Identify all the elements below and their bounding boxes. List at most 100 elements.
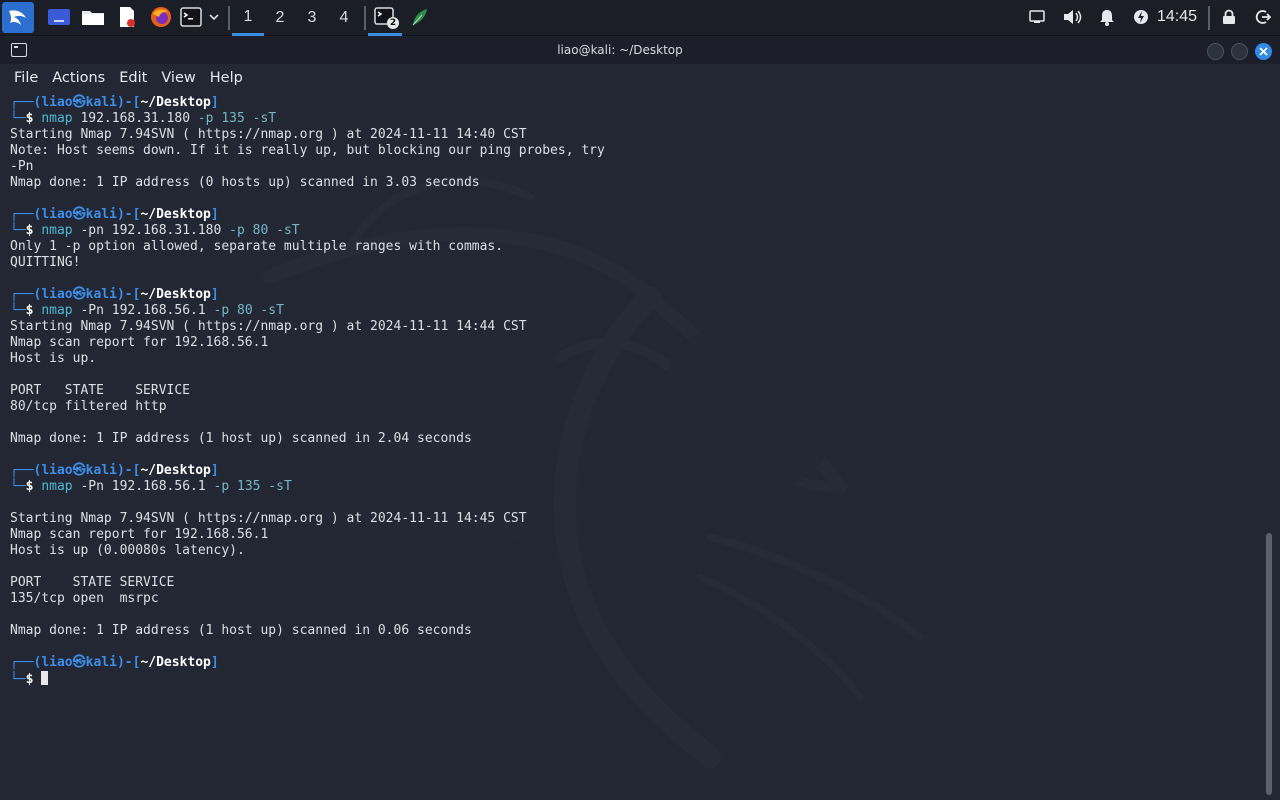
power-manager-icon[interactable] <box>1130 0 1152 34</box>
firefox-icon[interactable] <box>146 0 176 34</box>
command-options: -p 80 -sT <box>213 303 284 318</box>
menu-bar: File Actions Edit View Help <box>0 64 1280 92</box>
logout-icon[interactable] <box>1252 0 1274 34</box>
output-line: Starting Nmap 7.94SVN ( https://nmap.org… <box>10 319 527 334</box>
prompt-bracket-end: ] <box>210 463 219 478</box>
notifications-bell-icon[interactable] <box>1096 0 1118 34</box>
prompt-at: ㉿ <box>72 463 86 478</box>
menu-view[interactable]: View <box>161 70 195 86</box>
panel-separator <box>228 6 230 30</box>
command-line: └─$ nmap -pn 192.168.31.180 -p 80 -sT <box>10 223 1260 239</box>
command-line: └─$ nmap -Pn 192.168.56.1 -p 135 -sT <box>10 479 1260 495</box>
workspace-4[interactable]: 4 <box>328 0 360 36</box>
file-manager-icon[interactable] <box>78 0 108 34</box>
workspace-3[interactable]: 3 <box>296 0 328 36</box>
top-panel: 1 2 3 4 2 14:45 <box>0 0 1280 36</box>
prompt-dollar: $ <box>25 672 34 687</box>
prompt-prefix: ┌──( <box>10 287 42 302</box>
prompt-dollar: $ <box>25 223 34 238</box>
command-line: └─$ nmap 192.168.31.180 -p 135 -sT <box>10 111 1260 127</box>
prompt-prefix: ┌──( <box>10 463 42 478</box>
menu-file[interactable]: File <box>14 70 38 86</box>
terminal-task-button[interactable]: 2 <box>368 0 402 36</box>
command-name: nmap <box>41 223 73 238</box>
prompt-corner: └─ <box>10 479 26 494</box>
command-name: nmap <box>41 303 73 318</box>
prompt-dollar: $ <box>25 303 34 318</box>
show-desktop-icon[interactable] <box>44 0 74 34</box>
output-line: Note: Host seems down. If it is really u… <box>10 143 605 158</box>
output-line: Starting Nmap 7.94SVN ( https://nmap.org… <box>10 127 527 142</box>
menu-actions[interactable]: Actions <box>52 70 105 86</box>
prompt-host: kali <box>85 655 117 670</box>
feather-task-icon[interactable] <box>406 0 434 34</box>
prompt-bracket: )-[ <box>116 463 141 478</box>
prompt-user: liao <box>41 207 73 222</box>
command-args: -pn 192.168.31.180 <box>72 223 230 238</box>
output-line: -Pn <box>10 159 34 174</box>
prompt-line: ┌──(liao㉿kali)-[~/Desktop] <box>10 655 1260 671</box>
close-button[interactable] <box>1255 43 1272 60</box>
prompt-host: kali <box>85 95 117 110</box>
prompt-bracket: )-[ <box>116 95 141 110</box>
lock-screen-icon[interactable] <box>1218 0 1240 34</box>
window-title: liao@kali: ~/Desktop <box>557 43 683 57</box>
command-options: -p 135 -sT <box>197 111 277 126</box>
clock[interactable]: 14:45 <box>1152 0 1202 34</box>
network-icon[interactable] <box>1026 0 1048 34</box>
prompt-bracket-end: ] <box>210 655 219 670</box>
output-line: Host is up (0.00080s latency). <box>10 543 245 558</box>
prompt-host: kali <box>85 287 117 302</box>
panel-separator <box>364 6 366 30</box>
prompt-bracket: )-[ <box>116 207 141 222</box>
output-line: Nmap done: 1 IP address (1 host up) scan… <box>10 623 472 638</box>
prompt-at: ㉿ <box>72 655 86 670</box>
prompt-prefix: ┌──( <box>10 655 42 670</box>
command-name: nmap <box>41 479 73 494</box>
prompt-at: ㉿ <box>72 207 86 222</box>
chevron-down-icon[interactable] <box>205 0 223 34</box>
window-titlebar[interactable]: liao@kali: ~/Desktop <box>0 37 1280 64</box>
command-options: -p 135 -sT <box>213 479 292 494</box>
prompt-user: liao <box>41 287 73 302</box>
terminal-cursor <box>41 671 49 685</box>
panel-separator <box>1208 6 1210 30</box>
volume-icon[interactable] <box>1060 0 1084 34</box>
prompt-bracket-end: ] <box>210 287 219 302</box>
prompt-at: ㉿ <box>72 95 86 110</box>
terminal-output[interactable]: ┌──(liao㉿kali)-[~/Desktop] └─$ nmap 192.1… <box>10 95 1260 795</box>
workspace-1[interactable]: 1 <box>232 0 264 36</box>
output-line: Starting Nmap 7.94SVN ( https://nmap.org… <box>10 511 527 526</box>
maximize-button[interactable] <box>1231 43 1248 60</box>
terminal-launcher-icon[interactable] <box>178 0 204 34</box>
kali-menu-icon[interactable] <box>2 2 34 33</box>
command-line: └─$ <box>10 671 1260 687</box>
workspace-2[interactable]: 2 <box>264 0 296 36</box>
prompt-host: kali <box>85 207 117 222</box>
menu-edit[interactable]: Edit <box>119 70 147 86</box>
prompt-user: liao <box>41 655 73 670</box>
menu-help[interactable]: Help <box>210 70 243 86</box>
terminal-count-badge: 2 <box>387 17 399 29</box>
terminal-window: liao@kali: ~/Desktop File Actions Edit V… <box>0 37 1280 800</box>
terminal-scrollbar[interactable] <box>1266 533 1272 795</box>
close-icon <box>1259 47 1268 56</box>
prompt-corner: └─ <box>10 111 26 126</box>
prompt-bracket: )-[ <box>116 287 141 302</box>
text-editor-icon[interactable] <box>112 0 142 34</box>
prompt-line: ┌──(liao㉿kali)-[~/Desktop] <box>10 207 1260 223</box>
output-line: PORT STATE SERVICE <box>10 383 191 398</box>
output-line: Nmap scan report for 192.168.56.1 <box>10 527 269 542</box>
minimize-button[interactable] <box>1207 43 1224 60</box>
prompt-path: ~/Desktop <box>140 95 211 110</box>
command-name: nmap <box>41 111 73 126</box>
prompt-user: liao <box>41 463 73 478</box>
command-args: 192.168.31.180 <box>72 111 198 126</box>
output-line: Only 1 -p option allowed, separate multi… <box>10 239 504 254</box>
